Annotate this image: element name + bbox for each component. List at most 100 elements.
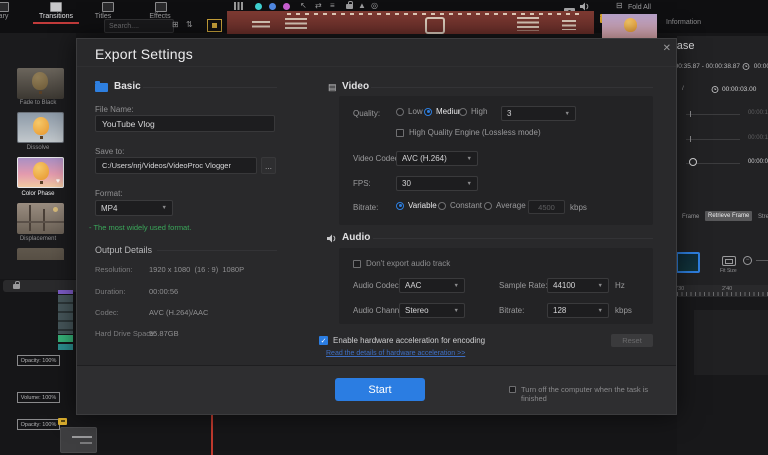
hardware-accel-link[interactable]: Read the details of hardware acceleratio… <box>326 350 465 357</box>
timeline-ruler[interactable]: 1'30 2'40 <box>674 285 768 297</box>
fit-size-icon[interactable] <box>722 256 736 266</box>
magenta-dot-icon[interactable] <box>283 3 290 10</box>
param-slider[interactable] <box>686 139 740 140</box>
file-name-input[interactable]: YouTube Vlog <box>95 115 275 132</box>
sample-rate-dropdown[interactable]: 44100 ▼ <box>547 278 609 293</box>
cursor-tool-icon[interactable]: ↖ <box>300 1 307 10</box>
skip-audio-checkbox[interactable] <box>353 260 361 268</box>
hq-engine-label: High Quality Engine (Lossless mode) <box>409 128 541 137</box>
tab-transitions[interactable]: Transitions <box>30 13 82 20</box>
zoom-out-icon[interactable]: − <box>743 256 752 265</box>
tab-library[interactable]: Library <box>0 13 8 20</box>
clock-icon <box>742 63 750 70</box>
media-thumbnail[interactable] <box>602 14 657 38</box>
chevron-down-icon: ▼ <box>466 180 472 187</box>
sort-icon[interactable]: ⇅ <box>186 20 193 29</box>
duration-value: 00:00:56 <box>149 287 179 296</box>
search-input[interactable]: Search.... <box>104 19 174 33</box>
audio-bitrate-dropdown[interactable]: 128 ▼ <box>547 303 609 318</box>
audio-bitrate-label: Bitrate: <box>499 306 525 315</box>
skip-audio-label: Don't export audio track <box>366 259 451 268</box>
eye-icon[interactable]: ◎ <box>371 1 378 10</box>
basic-header: Basic <box>114 81 141 92</box>
timeline-teal-clip[interactable] <box>58 344 73 350</box>
fold-all-label[interactable]: Fold All <box>628 4 651 11</box>
active-tab-underline <box>33 22 79 24</box>
timeline-marker-strip[interactable] <box>58 290 73 294</box>
selected-clip-thumbnail[interactable] <box>676 252 700 273</box>
heart-icon[interactable]: ♥ <box>56 178 60 185</box>
swap-tool-icon[interactable]: ⇄ <box>315 1 322 10</box>
active-tool-icon[interactable] <box>207 19 222 32</box>
browse-button[interactable]: ... <box>261 157 276 174</box>
save-to-label: Save to: <box>95 147 125 156</box>
fps-dropdown[interactable]: 30 ▼ <box>396 176 478 191</box>
transition-color-phase[interactable]: ♥ <box>17 157 64 188</box>
param-slider[interactable] <box>686 114 740 115</box>
slider-time: 00:00:0 <box>747 159 768 165</box>
slider-handle[interactable] <box>690 136 691 142</box>
reset-button[interactable]: Reset <box>611 334 653 347</box>
opacity-badge[interactable]: Opacity: 100% <box>17 419 60 430</box>
quality-high-radio[interactable]: High <box>459 107 487 116</box>
video-codec-dropdown[interactable]: AVC (H.264) ▼ <box>396 151 478 166</box>
hardware-accel-label: Enable hardware acceleration for encodin… <box>333 336 486 345</box>
start-button[interactable]: Start <box>335 378 425 401</box>
ruler-label: 2'40 <box>722 286 733 292</box>
blue-dot-icon[interactable] <box>269 3 276 10</box>
video-codec-label: Video Codec: <box>353 154 401 163</box>
lock-icon[interactable] <box>13 281 20 289</box>
tab-stretch[interactable]: Stretch <box>758 214 768 220</box>
grid-view-icon[interactable]: ⊞ <box>172 20 179 29</box>
format-dropdown[interactable]: MP4 ▼ <box>95 200 173 216</box>
cyan-dot-icon[interactable] <box>255 3 262 10</box>
mountain-icon[interactable]: ▲ <box>358 1 366 10</box>
file-name-label: File Name: <box>95 105 134 114</box>
tab-frame[interactable]: Frame <box>682 214 699 220</box>
audio-channel-dropdown[interactable]: Stereo ▼ <box>399 303 465 318</box>
opacity-badge[interactable]: Opacity: 100% <box>17 355 60 366</box>
shutdown-checkbox[interactable] <box>509 386 516 393</box>
sample-rate-label: Sample Rate: <box>499 281 548 290</box>
hardware-accel-checkbox[interactable]: ✓ <box>319 336 328 345</box>
format-label: Format: <box>95 189 123 198</box>
shutdown-label: Turn off the computer when the task is f… <box>521 385 649 403</box>
bitrate-label: Bitrate: <box>353 203 379 212</box>
slider-knob[interactable] <box>689 158 697 166</box>
audio-codec-dropdown[interactable]: AAC ▼ <box>399 278 465 293</box>
timeline-green-clip[interactable] <box>58 335 73 342</box>
quality-level-dropdown[interactable]: 3 ▼ <box>501 106 576 121</box>
transition-label: Displacement <box>19 236 57 242</box>
transition-partial[interactable] <box>17 248 64 260</box>
sample-rate-unit: Hz <box>615 281 625 290</box>
bitrate-variable-radio[interactable]: Variable <box>396 201 437 210</box>
snap-tool-icon[interactable]: ≡ <box>330 1 335 10</box>
quality-low-radio[interactable]: Low <box>396 107 423 116</box>
volume-badge[interactable]: Volume: 100% <box>17 392 60 403</box>
bitrate-input[interactable]: 4500 <box>528 200 565 214</box>
zoom-slider[interactable] <box>756 260 768 261</box>
transition-displacement[interactable] <box>17 203 64 234</box>
transition-fade-to-black[interactable] <box>17 68 64 99</box>
chevron-down-icon: ▼ <box>466 155 472 162</box>
save-to-input[interactable]: C:/Users/nrj/Videos/VideoProc Vlogger <box>95 157 257 174</box>
bitrate-average-radio[interactable]: Average <box>484 201 526 210</box>
levels-icon[interactable] <box>234 2 243 10</box>
slider-handle[interactable] <box>690 111 691 117</box>
hidden-text-sliver: / <box>682 85 684 92</box>
playhead[interactable] <box>211 413 213 455</box>
fold-all-icon[interactable]: ⊟ <box>616 1 623 10</box>
hq-engine-checkbox[interactable] <box>396 129 404 137</box>
film-perforations <box>287 13 584 15</box>
close-icon[interactable]: ✕ <box>663 43 671 54</box>
timeline-clip-filmstrip[interactable] <box>58 295 73 334</box>
transition-dissolve[interactable] <box>17 112 64 143</box>
keyframe-badge[interactable] <box>58 418 67 425</box>
audio-bitrate-unit: kbps <box>615 306 632 315</box>
tab-retrieve-frame[interactable]: Retrieve Frame <box>705 211 753 221</box>
bitrate-constant-radio[interactable]: Constant <box>438 201 482 210</box>
speaker-icon[interactable] <box>580 2 590 11</box>
crosswalk-marking <box>517 17 539 31</box>
preview-frame[interactable] <box>227 11 594 34</box>
lock-icon[interactable] <box>346 1 353 9</box>
